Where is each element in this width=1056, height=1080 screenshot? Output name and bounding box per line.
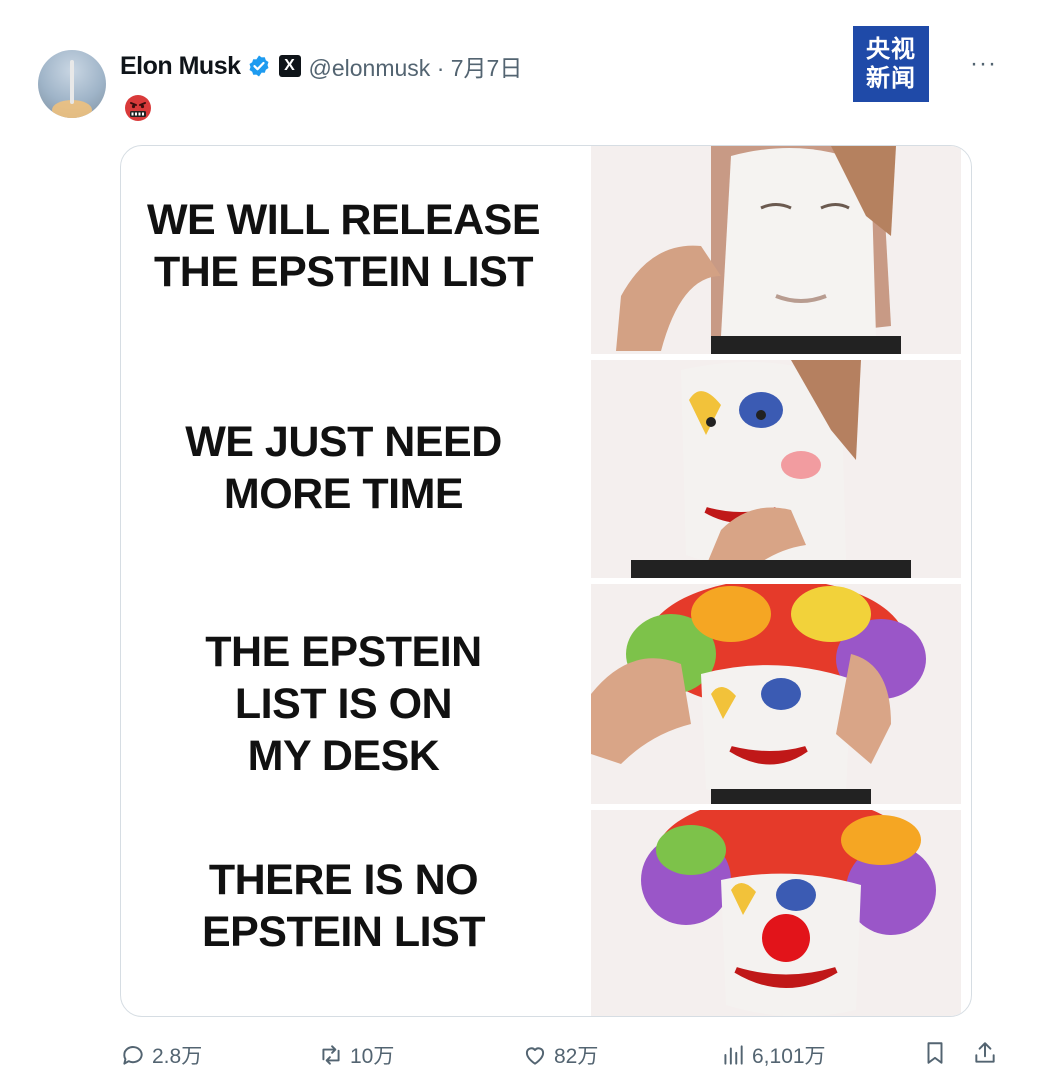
clown-makeup-stage-4-illustration (591, 810, 961, 1016)
caption-line: THE EPSTEIN (205, 628, 482, 676)
caption-line: THE EPSTEIN LIST (153, 248, 534, 296)
reply-count: 2.8万 (152, 1045, 203, 1068)
bookmark-button[interactable] (922, 1040, 954, 1066)
more-options-button[interactable]: ··· (970, 50, 997, 78)
post-header: Elon Musk X @elonmusk · 7月7日 (120, 50, 522, 82)
like-button[interactable]: 82万 (522, 1040, 598, 1070)
like-count: 82万 (554, 1045, 599, 1068)
share-button[interactable] (972, 1040, 1004, 1066)
caption-line: WE JUST NEED (185, 418, 502, 466)
meme-caption-3: THE EPSTEIN LIST IS ON MY DESK (121, 626, 566, 782)
caption-line: MORE TIME (223, 470, 464, 518)
clown-makeup-stage-1-illustration (591, 146, 961, 354)
x-logo-icon: X (278, 55, 301, 77)
author-handle-and-date[interactable]: @elonmusk · 7月7日 (309, 49, 523, 83)
meme-photo-1 (591, 146, 961, 354)
caption-line: THERE IS NO (208, 856, 479, 904)
reply-icon (123, 1046, 143, 1065)
reply-button[interactable]: 2.8万 (120, 1040, 202, 1070)
meme-photo-4 (591, 810, 961, 1016)
verified-badge-icon[interactable] (247, 54, 271, 78)
caption-line: WE WILL RELEASE (146, 196, 541, 244)
cursing-face-emoji (125, 95, 151, 121)
repost-button[interactable]: 10万 (318, 1040, 394, 1070)
caption-line: MY DESK (247, 732, 440, 780)
avatar[interactable] (38, 50, 106, 118)
post-action-bar: 2.8万 10万 82万 6,101万 (0, 1030, 1056, 1080)
avatar-rocket (70, 60, 74, 104)
bookmark-icon (927, 1042, 943, 1064)
meme-photo-3 (591, 584, 961, 804)
watermark-line-1: 央视 (866, 36, 916, 63)
post-image[interactable]: WE WILL RELEASE THE EPSTEIN LIST WE JUST… (120, 145, 972, 1017)
meme-photo-2 (591, 360, 961, 578)
caption-line: LIST IS ON (234, 680, 453, 728)
views-button[interactable]: 6,101万 (720, 1040, 826, 1070)
repost-icon (322, 1045, 340, 1065)
clown-makeup-stage-3-illustration (591, 584, 961, 804)
heart-icon (525, 1047, 545, 1065)
meme-caption-4: THERE IS NO EPSTEIN LIST (121, 854, 566, 958)
views-count: 6,101万 (752, 1045, 826, 1068)
meme-caption-1: WE WILL RELEASE THE EPSTEIN LIST (121, 194, 566, 298)
watermark-line-2: 新闻 (866, 65, 916, 92)
share-icon (975, 1042, 995, 1063)
meme-caption-2: WE JUST NEED MORE TIME (121, 416, 566, 520)
repost-count: 10万 (350, 1045, 395, 1068)
caption-line: EPSTEIN LIST (201, 908, 486, 956)
clown-makeup-stage-2-illustration (591, 360, 961, 578)
views-chart-icon (724, 1045, 743, 1065)
author-name[interactable]: Elon Musk (120, 52, 241, 81)
cctv-news-watermark: 央视 新闻 (853, 26, 929, 102)
